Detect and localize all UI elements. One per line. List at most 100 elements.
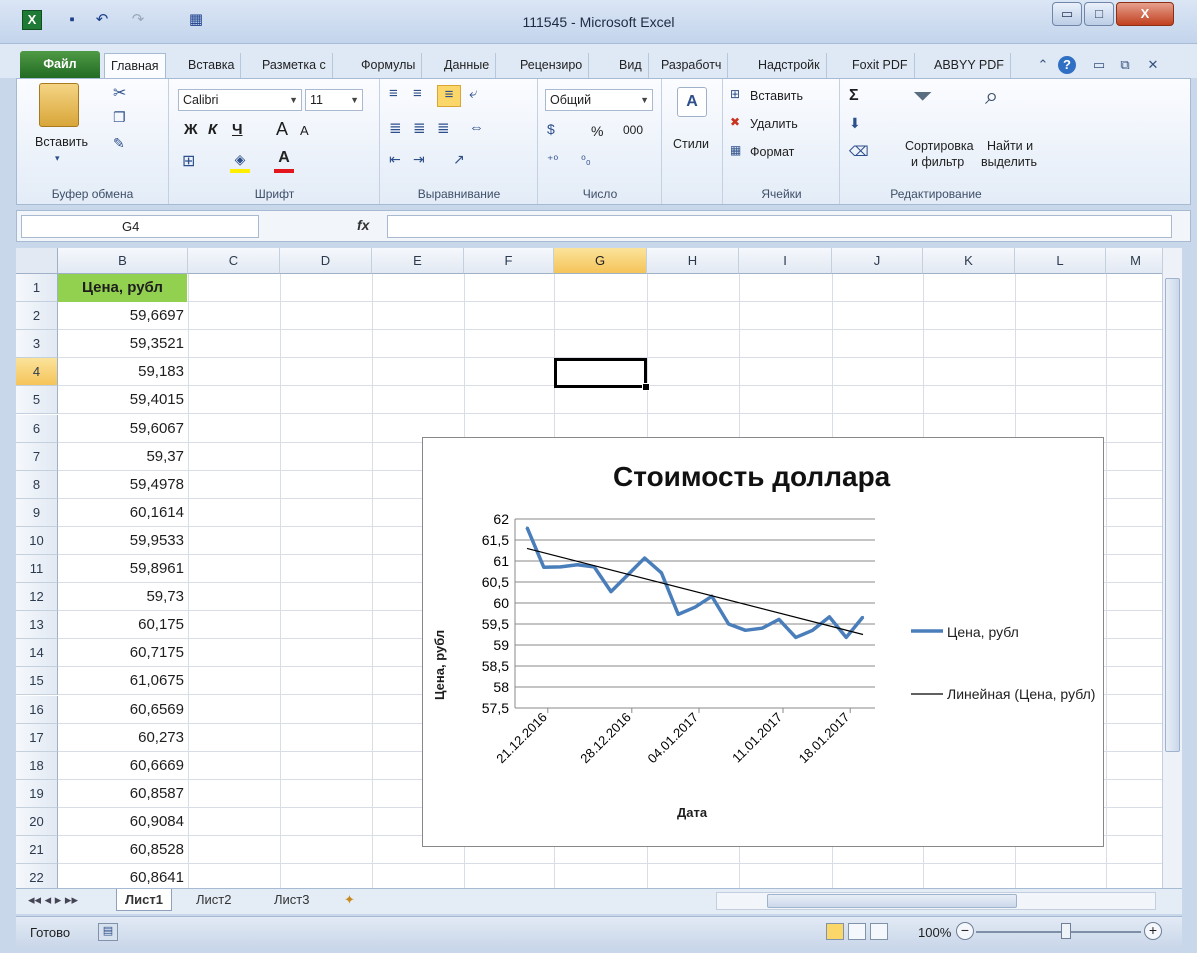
vertical-scroll-thumb[interactable] — [1165, 278, 1180, 752]
help-icon[interactable]: ? — [1058, 56, 1076, 74]
align-left-icon[interactable]: ≣ — [389, 119, 402, 137]
increase-decimal-icon[interactable]: ⁺⁰ — [547, 153, 558, 167]
tab-view[interactable]: Вид — [613, 53, 649, 78]
bold-button[interactable]: Ж — [184, 121, 198, 138]
active-cell-g4[interactable] — [554, 358, 650, 391]
tab-data[interactable]: Данные — [438, 53, 497, 78]
cell-b8[interactable]: 59,4978 — [58, 471, 187, 499]
column-header-j[interactable]: J — [832, 248, 923, 274]
sort-filter-button-line2[interactable]: и фильтр — [911, 155, 964, 169]
align-right-icon[interactable]: ≣ — [437, 119, 450, 137]
format-cells-button[interactable]: Формат — [750, 145, 794, 159]
zoom-slider-thumb[interactable] — [1061, 923, 1071, 939]
sort-filter-button[interactable]: Сортировка — [905, 139, 974, 153]
copy-icon[interactable]: ❐ — [113, 109, 126, 126]
paste-button[interactable]: Вставить — [35, 135, 88, 149]
row-header-12[interactable]: 12 — [16, 583, 58, 612]
column-header-c[interactable]: C — [188, 248, 280, 274]
cell-b20[interactable]: 60,9084 — [58, 808, 187, 836]
cell-b15[interactable]: 61,0675 — [58, 667, 187, 695]
column-header-d[interactable]: D — [280, 248, 372, 274]
row-header-8[interactable]: 8 — [16, 470, 58, 499]
zoom-level[interactable]: 100% — [918, 925, 951, 940]
macro-record-icon[interactable]: ▤ — [98, 923, 118, 941]
find-select-button[interactable]: Найти и — [987, 139, 1033, 153]
thousands-button[interactable]: 000 — [623, 123, 643, 137]
tab-page-layout[interactable]: Разметка с — [256, 53, 333, 78]
column-header-e[interactable]: E — [372, 248, 464, 274]
column-header-b[interactable]: B — [58, 248, 188, 274]
sheet-tab-2[interactable]: Лист2 — [188, 889, 239, 911]
cell-b11[interactable]: 59,8961 — [58, 555, 187, 583]
cell-b5[interactable]: 59,4015 — [58, 386, 187, 414]
tab-abbyy-pdf[interactable]: ABBYY PDF — [928, 53, 1011, 78]
cell-b6[interactable]: 59,6067 — [58, 415, 187, 443]
cut-icon[interactable]: ✂ — [113, 83, 126, 103]
close-button[interactable]: X — [1116, 2, 1174, 26]
tab-addins[interactable]: Надстройк — [752, 53, 827, 78]
align-top-icon[interactable]: ≡ — [389, 85, 398, 102]
tab-file[interactable]: Файл — [20, 51, 100, 78]
collapse-ribbon-icon[interactable]: ⌃ — [1034, 56, 1052, 74]
cell-b13[interactable]: 60,175 — [58, 611, 187, 639]
row-header-4[interactable]: 4 — [16, 358, 58, 387]
cell-b7[interactable]: 59,37 — [58, 443, 187, 471]
orientation-icon[interactable]: ↗ — [453, 151, 465, 168]
cell-b19[interactable]: 60,8587 — [58, 780, 187, 808]
font-name-dropdown[interactable]: Calibri ▼ — [178, 89, 302, 111]
cell-b10[interactable]: 59,9533 — [58, 527, 187, 555]
row-header-14[interactable]: 14 — [16, 639, 58, 668]
row-header-15[interactable]: 15 — [16, 667, 58, 696]
autosum-button[interactable]: Σ — [849, 87, 859, 105]
underline-button[interactable]: Ч — [232, 121, 243, 138]
column-header-f[interactable]: F — [464, 248, 554, 274]
currency-icon[interactable]: $ — [547, 121, 555, 137]
insert-sheet-icon[interactable]: ✦ — [336, 889, 363, 911]
row-header-20[interactable]: 20 — [16, 807, 58, 836]
page-layout-view-icon[interactable] — [848, 923, 866, 940]
insert-function-button[interactable]: fx — [357, 217, 369, 233]
row-header-2[interactable]: 2 — [16, 302, 58, 331]
tab-formulas[interactable]: Формулы — [355, 53, 423, 78]
align-center-icon[interactable]: ≣ — [413, 119, 426, 137]
row-header-9[interactable]: 9 — [16, 498, 58, 527]
formula-input[interactable] — [387, 215, 1172, 238]
sheet-tab-1[interactable]: Лист1 — [116, 889, 172, 911]
row-header-19[interactable]: 19 — [16, 779, 58, 808]
name-box[interactable]: G4 — [21, 215, 259, 238]
font-color-icon[interactable]: A — [274, 149, 294, 173]
column-header-h[interactable]: H — [647, 248, 739, 274]
cell-b22[interactable]: 60,8641 — [58, 864, 187, 888]
fill-color-icon[interactable]: ◈ — [230, 151, 250, 173]
find-select-button-line2[interactable]: выделить — [981, 155, 1037, 169]
font-size-dropdown[interactable]: 11 ▼ — [305, 89, 363, 111]
shrink-font-button[interactable]: A — [300, 123, 309, 138]
cell-b12[interactable]: 59,73 — [58, 583, 187, 611]
tab-foxit-pdf[interactable]: Foxit PDF — [846, 53, 915, 78]
row-header-22[interactable]: 22 — [16, 864, 58, 888]
doc-restore-icon[interactable]: ⧉ — [1116, 56, 1134, 74]
format-painter-icon[interactable]: ✎ — [113, 135, 125, 152]
worksheet-grid[interactable]: BCDEFGHIJKLM 1 2 3 4 5 6 7 8 9 10 11 12 13 14 15 16 17 18… — [16, 248, 1162, 888]
cell-b16[interactable]: 60,6569 — [58, 696, 187, 724]
merge-cells-icon[interactable]: ⇔ — [469, 119, 484, 136]
cell-b21[interactable]: 60,8528 — [58, 836, 187, 864]
column-header-g[interactable]: G — [554, 248, 647, 274]
doc-close-icon[interactable]: ✕ — [1144, 56, 1162, 74]
row-header-1[interactable]: 1 — [16, 274, 58, 302]
insert-cells-button[interactable]: Вставить — [750, 89, 803, 103]
align-bottom-icon[interactable]: ≡ — [437, 85, 461, 107]
sheet-nav-arrows-icon[interactable]: ◂◂ ◂ ▸ ▸▸ — [20, 889, 86, 911]
horizontal-scroll-thumb[interactable] — [767, 894, 1017, 908]
row-header-13[interactable]: 13 — [16, 611, 58, 640]
fill-icon[interactable]: ⬇ — [849, 115, 861, 132]
decrease-indent-icon[interactable]: ⇤ — [389, 151, 401, 168]
horizontal-scrollbar[interactable] — [716, 892, 1156, 910]
borders-icon[interactable]: ⊞ — [182, 151, 195, 171]
row-header-11[interactable]: 11 — [16, 555, 58, 583]
column-header-k[interactable]: K — [923, 248, 1015, 274]
cell-b1-header[interactable]: Цена, рубл — [58, 274, 187, 302]
zoom-out-button[interactable]: − — [956, 922, 974, 940]
row-header-18[interactable]: 18 — [16, 751, 58, 780]
normal-view-icon[interactable] — [826, 923, 844, 940]
